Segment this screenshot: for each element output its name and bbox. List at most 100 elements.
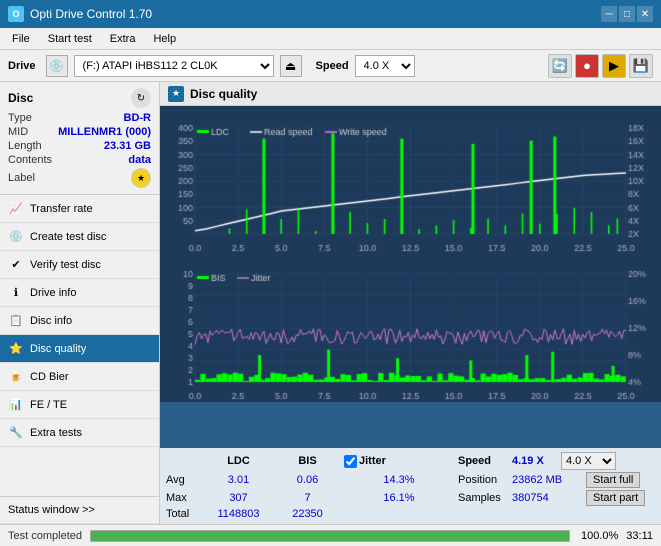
avg-jitter: 14.3% [344,474,454,486]
disc-panel: Disc ↻ Type BD-R MID MILLENMR1 (000) Len… [0,82,159,195]
app-icon: O [8,6,24,22]
disc-quality-icon: ⭐ [8,341,24,357]
menu-start-test[interactable]: Start test [40,31,100,47]
sidebar-label-verify-test-disc: Verify test disc [30,259,101,271]
sidebar-item-transfer-rate[interactable]: 📈 Transfer rate [0,195,159,223]
sidebar: Disc ↻ Type BD-R MID MILLENMR1 (000) Len… [0,82,160,524]
sidebar-label-fe-te: FE / TE [30,399,67,411]
jitter-checkbox[interactable] [344,455,357,468]
disc-contents-value: data [128,154,151,166]
sidebar-item-drive-info[interactable]: ℹ Drive info [0,279,159,307]
speed-select[interactable]: 4.0 X [355,55,415,77]
bottom-status-bar: Test completed 100.0% 33:11 [0,524,661,546]
bottom-chart [160,254,661,402]
top-chart [160,106,661,254]
disc-refresh-icon[interactable]: ↻ [131,88,151,108]
verify-test-disc-icon: ✔ [8,257,24,273]
col-header-bis: BIS [275,455,340,467]
drive-icon-button[interactable]: 💿 [46,55,68,77]
cd-bier-icon: 🍺 [8,369,24,385]
avg-ldc: 3.01 [206,474,271,486]
sidebar-item-fe-te[interactable]: 📊 FE / TE [0,391,159,419]
extra-tests-icon: 🔧 [8,425,24,441]
disc-mid-value: MILLENMR1 (000) [58,126,151,138]
start-full-button[interactable]: Start full [586,472,640,488]
content-header: ★ Disc quality [160,82,661,106]
fe-te-icon: 📊 [8,397,24,413]
avg-label: Avg [166,474,202,486]
disc-info-icon: 📋 [8,313,24,329]
status-window-label: Status window >> [8,504,95,516]
menu-file[interactable]: File [4,31,38,47]
disc-section-title: Disc [8,91,33,105]
menu-extra[interactable]: Extra [102,31,144,47]
save-icon[interactable]: 💾 [629,54,653,78]
content-icon: ★ [168,86,184,102]
speed-setting-select[interactable]: 4.0 X [561,452,616,470]
status-text: Test completed [8,530,82,542]
drive-select[interactable]: (F:) ATAPI iHBS112 2 CL0K [74,55,274,77]
sidebar-item-disc-info[interactable]: 📋 Disc info [0,307,159,335]
disc-write-icon[interactable]: ▶ [602,54,626,78]
max-label: Max [166,492,202,504]
max-bis: 7 [275,492,340,504]
main-layout: Disc ↻ Type BD-R MID MILLENMR1 (000) Len… [0,82,661,524]
sidebar-label-disc-info: Disc info [30,315,72,327]
max-jitter: 16.1% [344,492,454,504]
app-title: Opti Drive Control 1.70 [30,7,152,21]
sidebar-item-verify-test-disc[interactable]: ✔ Verify test disc [0,251,159,279]
max-ldc: 307 [206,492,271,504]
drive-bar: Drive 💿 (F:) ATAPI iHBS112 2 CL0K ⏏ Spee… [0,50,661,82]
maximize-button[interactable]: □ [619,6,635,22]
disc-label-label: Label [8,172,35,184]
eject-button[interactable]: ⏏ [280,55,302,77]
sidebar-label-create-test-disc: Create test disc [30,231,106,243]
sidebar-item-cd-bier[interactable]: 🍺 CD Bier [0,363,159,391]
disc-type-value: BD-R [124,112,152,124]
menu-help[interactable]: Help [145,31,184,47]
content-area: ★ Disc quality LDC BIS Jitter Speed 4.19… [160,82,661,524]
sidebar-item-create-test-disc[interactable]: 💿 Create test disc [0,223,159,251]
create-test-disc-icon: 💿 [8,229,24,245]
sidebar-item-extra-tests[interactable]: 🔧 Extra tests [0,419,159,447]
col-header-jitter: Jitter [359,455,386,467]
avg-bis: 0.06 [275,474,340,486]
total-ldc: 1148803 [206,508,271,520]
close-button[interactable]: ✕ [637,6,653,22]
chart-area [160,106,661,448]
sidebar-label-disc-quality: Disc quality [30,343,86,355]
drive-label: Drive [8,60,36,72]
disc-label-icon[interactable]: ★ [131,168,151,188]
sidebar-item-status-window[interactable]: Status window >> [0,496,159,524]
window-controls: ─ □ ✕ [601,6,653,22]
speed-label: Speed [316,60,349,72]
sidebar-label-drive-info: Drive info [30,287,76,299]
position-val: 23862 MB [512,474,582,486]
disc-type-label: Type [8,112,32,124]
disc-length-label: Length [8,140,42,152]
stats-table: LDC BIS Jitter Speed 4.19 X 4.0 X Avg 3.… [160,448,661,524]
position-label: Position [458,474,508,486]
sidebar-label-extra-tests: Extra tests [30,427,82,439]
title-bar: O Opti Drive Control 1.70 ─ □ ✕ [0,0,661,28]
sidebar-nav: 📈 Transfer rate 💿 Create test disc ✔ Ver… [0,195,159,524]
jitter-checkbox-area: Jitter [344,455,454,468]
speed-current-val: 4.19 X [512,455,557,467]
minimize-button[interactable]: ─ [601,6,617,22]
menu-bar: File Start test Extra Help [0,28,661,50]
transfer-rate-icon: 📈 [8,201,24,217]
sidebar-item-disc-quality[interactable]: ⭐ Disc quality [0,335,159,363]
disc-read-icon[interactable]: ● [575,54,599,78]
sidebar-label-cd-bier: CD Bier [30,371,69,383]
progress-bar [91,531,569,541]
sidebar-label-transfer-rate: Transfer rate [30,203,93,215]
samples-val: 380754 [512,492,582,504]
total-label: Total [166,508,202,520]
refresh-icon[interactable]: 🔄 [548,54,572,78]
disc-mid-label: MID [8,126,28,138]
content-title: Disc quality [190,87,257,101]
toolbar-icons: 🔄 ● ▶ 💾 [548,54,653,78]
drive-info-icon: ℹ [8,285,24,301]
start-part-button[interactable]: Start part [586,490,645,506]
col-header-speed: Speed [458,455,508,467]
